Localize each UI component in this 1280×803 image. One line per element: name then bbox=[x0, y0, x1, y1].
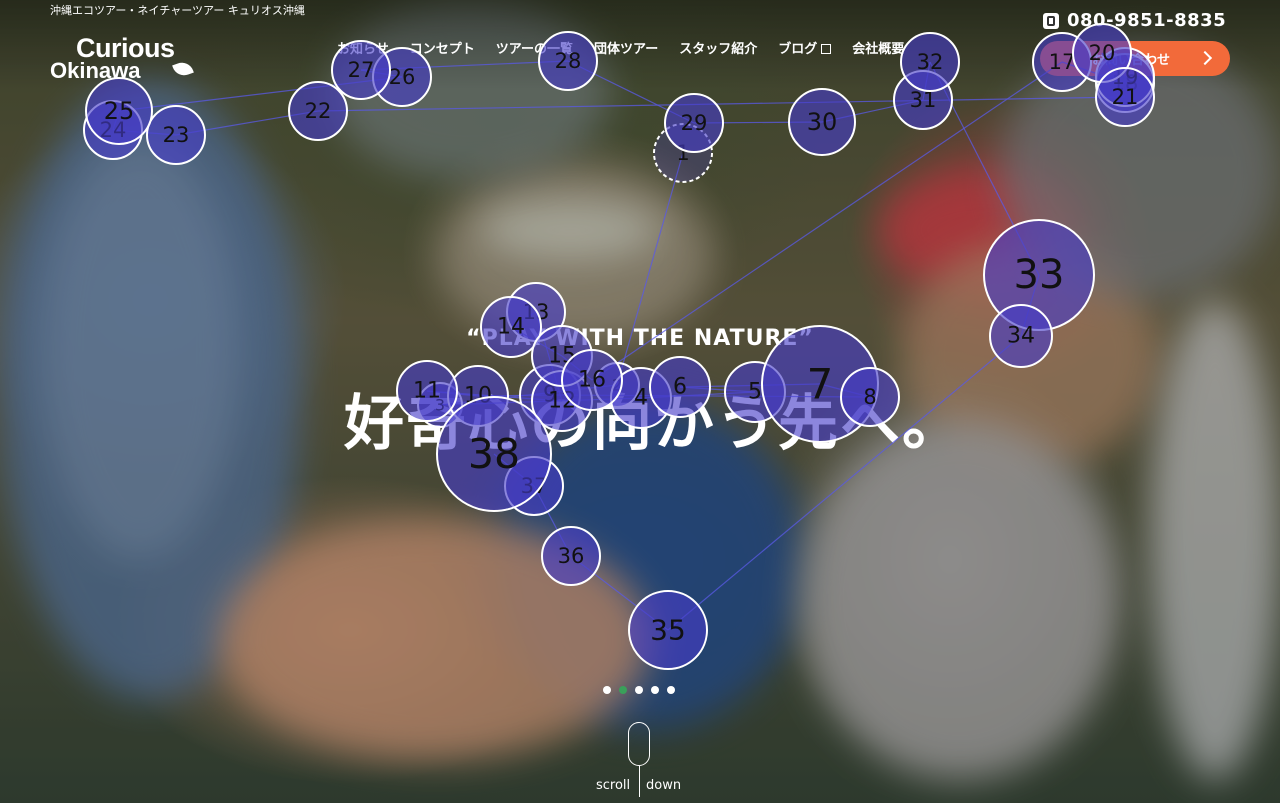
fixation-number: 26 bbox=[389, 65, 416, 89]
fixation-number: 38 bbox=[468, 430, 520, 478]
fixation-number: 11 bbox=[413, 379, 441, 404]
fixation-number: 29 bbox=[681, 111, 708, 135]
fixation-number: 28 bbox=[555, 49, 582, 73]
fixation-number: 17 bbox=[1049, 50, 1076, 74]
fixation-number: 20 bbox=[1089, 41, 1116, 65]
fixation-number: 27 bbox=[348, 58, 375, 82]
fixation-markers: 1234567891011121314151617181920212223242… bbox=[83, 23, 1155, 670]
fixation-number: 23 bbox=[163, 123, 190, 147]
fixation-number: 21 bbox=[1112, 85, 1139, 109]
saccade-line bbox=[317, 96, 1126, 112]
fixation-number: 35 bbox=[650, 614, 686, 647]
fixation-number: 33 bbox=[1014, 252, 1065, 298]
fixation-number: 30 bbox=[807, 108, 838, 136]
fixation-number: 32 bbox=[917, 50, 944, 74]
fixation-number: 34 bbox=[1007, 324, 1035, 349]
saccade-paths bbox=[112, 52, 1126, 631]
saccade-line bbox=[616, 152, 684, 386]
fixation-number: 8 bbox=[863, 385, 876, 409]
fixation-number: 6 bbox=[673, 375, 687, 400]
fixation-number: 25 bbox=[104, 97, 135, 125]
fixation-number: 36 bbox=[558, 544, 585, 568]
fixation-number: 4 bbox=[634, 386, 648, 411]
fixation-number: 22 bbox=[305, 99, 332, 123]
gaze-overlay: 1234567891011121314151617181920212223242… bbox=[83, 23, 1155, 670]
fixation-number: 14 bbox=[497, 315, 525, 340]
fixation-number: 5 bbox=[748, 380, 762, 405]
fixation-number: 16 bbox=[578, 368, 606, 393]
fixation-number: 7 bbox=[807, 360, 834, 409]
